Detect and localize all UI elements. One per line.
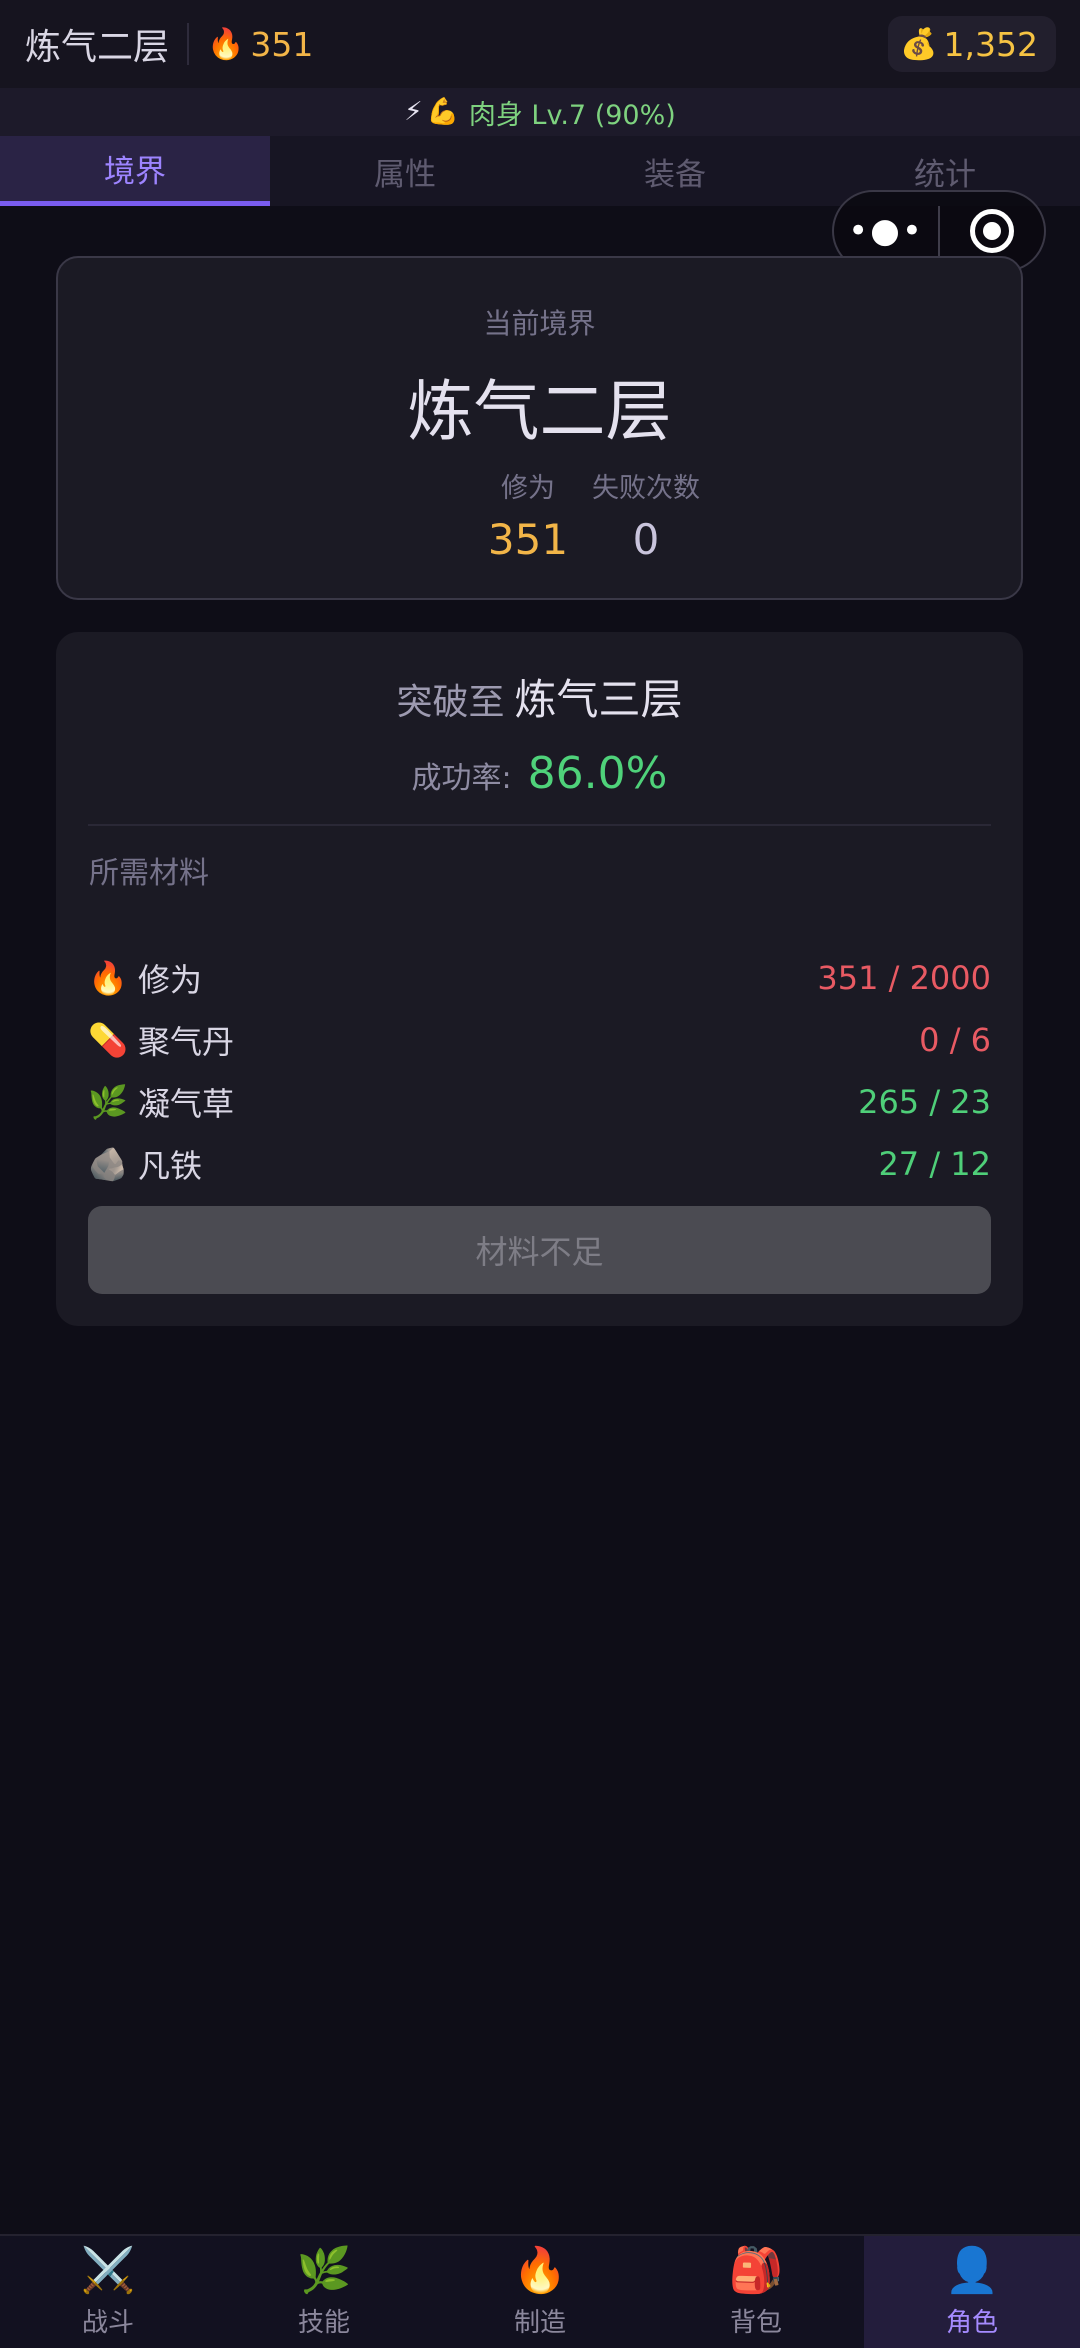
target-ring bbox=[969, 209, 1014, 253]
fail-count-label: 失败次数 bbox=[592, 473, 700, 504]
backpack-icon: 🎒 bbox=[728, 2244, 784, 2296]
material-name: 凡铁 bbox=[138, 1147, 203, 1185]
money-bag-icon: 💰 bbox=[900, 26, 938, 62]
success-rate-value: 86.0% bbox=[527, 748, 668, 799]
section-divider bbox=[88, 824, 991, 826]
breakthrough-prefix: 突破至 bbox=[396, 682, 505, 723]
current-realm-label: 当前境界 bbox=[483, 307, 596, 340]
tab-attributes[interactable]: 属性 bbox=[270, 136, 540, 206]
rock-icon: 🪨 bbox=[88, 1145, 128, 1183]
nav-label: 背包 bbox=[729, 2307, 782, 2338]
herb-icon: 🌿 bbox=[88, 1083, 128, 1121]
nav-skills[interactable]: 🌿 技能 bbox=[216, 2236, 432, 2348]
tab-realm[interactable]: 境界 bbox=[0, 136, 270, 206]
material-count: 265 / 23 bbox=[858, 1083, 991, 1121]
pill-icon: 💊 bbox=[88, 1021, 128, 1059]
nav-label: 技能 bbox=[297, 2307, 350, 2338]
tab-equipment[interactable]: 装备 bbox=[540, 136, 810, 206]
material-row: 🪨 凡铁 27 / 12 bbox=[88, 1136, 991, 1192]
current-realm-card: 当前境界 炼气二层 修为 351 失败次数 0 bbox=[56, 256, 1023, 600]
user-icon: 👤 bbox=[944, 2244, 1000, 2296]
nav-label: 制造 bbox=[513, 2307, 566, 2338]
material-count: 0 / 6 bbox=[919, 1021, 991, 1059]
gold-value: 1,352 bbox=[943, 24, 1038, 64]
materials-title: 所需材料 bbox=[89, 856, 209, 891]
nav-backpack[interactable]: 🎒 背包 bbox=[648, 2236, 864, 2348]
material-row: 💊 聚气丹 0 / 6 bbox=[88, 1012, 991, 1068]
success-rate: 成功率: 86.0% bbox=[56, 748, 1023, 799]
nav-battle[interactable]: ⚔️ 战斗 bbox=[0, 2236, 216, 2348]
current-realm-name: 炼气二层 bbox=[407, 373, 672, 450]
herb-icon: 🌿 bbox=[296, 2244, 352, 2296]
material-name: 凝气草 bbox=[138, 1085, 235, 1123]
material-row: 🔥 修为 351 / 2000 bbox=[88, 950, 991, 1006]
breakthrough-target: 炼气三层 bbox=[514, 675, 683, 724]
fire-icon: 🔥 bbox=[512, 2244, 568, 2296]
gold-badge: 💰 1,352 bbox=[888, 16, 1056, 72]
bottom-nav: ⚔️ 战斗 🌿 技能 🔥 制造 🎒 背包 👤 角色 bbox=[0, 2234, 1080, 2348]
breakthrough-heading: 突破至 炼气三层 bbox=[56, 666, 1023, 727]
target-dot bbox=[982, 222, 1001, 240]
nav-crafting[interactable]: 🔥 制造 bbox=[432, 2236, 648, 2348]
top-bar: 炼气二层 🔥 351 💰 1,352 bbox=[0, 0, 1080, 88]
muscle-icon: 💪 bbox=[426, 97, 459, 127]
breakthrough-card: 突破至 炼气三层 成功率: 86.0% 所需材料 🔥 修为 351 / 2000 💊… bbox=[56, 632, 1023, 1326]
breakthrough-button[interactable]: 材料不足 bbox=[88, 1206, 991, 1294]
material-name: 聚气丹 bbox=[138, 1023, 235, 1061]
material-count: 351 / 2000 bbox=[817, 959, 991, 997]
nav-label: 战斗 bbox=[81, 2307, 134, 2338]
cultivation-counter: 🔥 351 bbox=[207, 25, 313, 64]
cultivation-value: 351 bbox=[250, 24, 314, 64]
nav-character[interactable]: 👤 角色 bbox=[864, 2236, 1080, 2348]
fail-count-stat: 失败次数 0 bbox=[566, 466, 726, 564]
body-level-text: 肉身 Lv.7 (90%) bbox=[468, 99, 676, 131]
fire-icon: 🔥 bbox=[88, 959, 128, 997]
realm-title: 炼气二层 bbox=[25, 27, 170, 68]
more-menu-icon[interactable]: •●• bbox=[834, 211, 938, 251]
fail-count-value: 0 bbox=[632, 515, 660, 564]
lightning-icon: ⚡ bbox=[404, 97, 423, 127]
crossed-swords-icon: ⚔️ bbox=[80, 2244, 136, 2296]
material-count: 27 / 12 bbox=[878, 1145, 991, 1183]
fire-icon: 🔥 bbox=[207, 26, 245, 62]
material-row: 🌿 凝气草 265 / 23 bbox=[88, 1074, 991, 1130]
material-name: 修为 bbox=[138, 961, 203, 999]
body-status-bar: ⚡ 💪 肉身 Lv.7 (90%) bbox=[0, 88, 1080, 136]
nav-label: 角色 bbox=[945, 2307, 998, 2338]
header-divider bbox=[187, 23, 190, 65]
success-rate-label: 成功率: bbox=[411, 761, 512, 796]
close-target-icon[interactable] bbox=[940, 209, 1044, 253]
